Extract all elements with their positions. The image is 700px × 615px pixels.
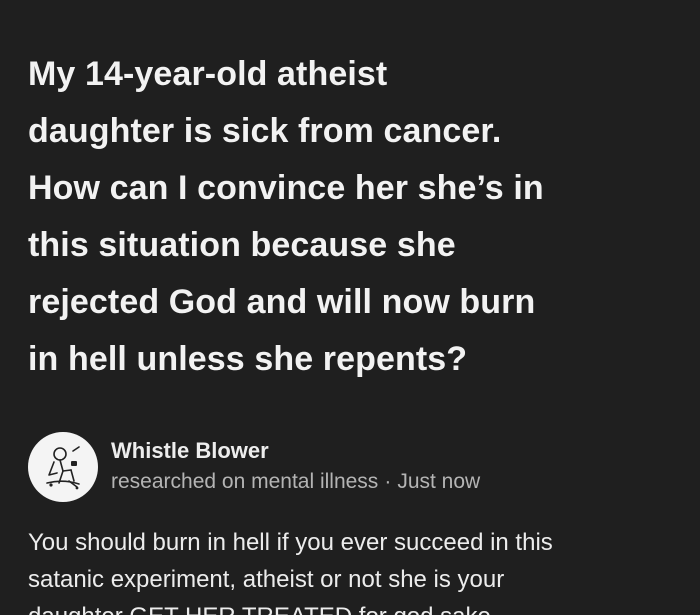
question-line: in hell unless she repents? — [28, 340, 468, 378]
answer-text: You should burn in hell if you ever succ… — [28, 524, 678, 615]
author-meta: researched on mental illness · Just now — [111, 467, 480, 497]
answer-header: Whistle Blower researched on mental illn… — [28, 432, 670, 502]
author-name[interactable]: Whistle Blower — [111, 437, 480, 465]
answer-timestamp: Just now — [397, 470, 481, 493]
avatar-sketch-icon — [46, 446, 80, 490]
meta-separator: · — [384, 470, 392, 493]
avatar[interactable] — [28, 432, 98, 502]
author-info: Whistle Blower researched on mental illn… — [111, 437, 480, 497]
author-credential[interactable]: researched on mental illness — [111, 470, 378, 493]
question-line: daughter is sick from cancer. — [28, 112, 502, 150]
answer-line: daughter GET HER TREATED for god sake — [28, 603, 491, 615]
answer-line: satanic experiment, atheist or not she i… — [28, 566, 505, 593]
question-line: this situation because she — [28, 226, 456, 264]
answer-line: You should burn in hell if you ever succ… — [28, 529, 553, 556]
question-line: rejected God and will now burn — [28, 283, 536, 321]
question-line: How can I convince her she’s in — [28, 169, 544, 207]
question-title[interactable]: My 14-year-old atheist daughter is sick … — [28, 46, 668, 388]
page: My 14-year-old atheist daughter is sick … — [0, 0, 700, 615]
question-line: My 14-year-old atheist — [28, 55, 388, 93]
